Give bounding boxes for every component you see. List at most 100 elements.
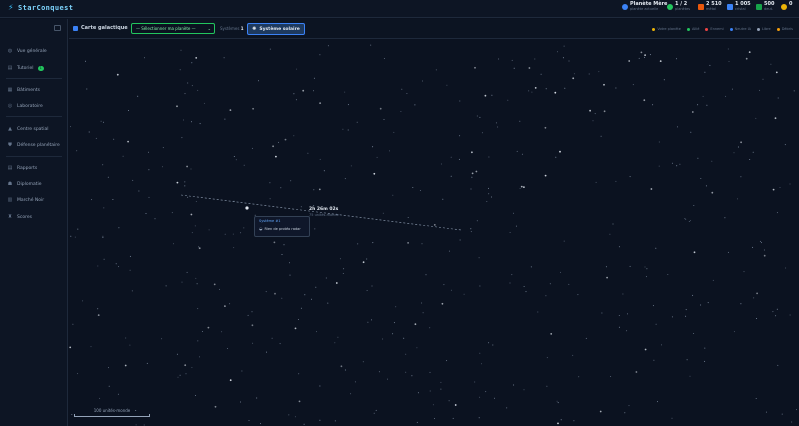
sidebar-item-label: Bâtiments (17, 87, 40, 93)
building-icon: ▦ (7, 87, 13, 93)
sidebar-item-scores[interactable]: ♜ Scores (7, 213, 32, 221)
sidebar-item-diplomacy[interactable]: ☗ Diplomatie (7, 180, 42, 188)
sidebar-item-defense[interactable]: ⛊ Défense planétaire (7, 141, 60, 149)
galaxy-map[interactable]: 2h 26m 02s 75 unités-monde Système #1 ◒ … (69, 40, 799, 426)
system-tooltip: Système #1 ◒ Rien de protéo radar (254, 216, 310, 237)
crystal-label: cristal (735, 7, 746, 11)
brand-logo[interactable]: ⚡ StarConquest (8, 3, 73, 12)
planet-icon (622, 4, 628, 10)
sidebar-item-buildings[interactable]: ▦ Bâtiments (7, 86, 40, 94)
globe-icon (667, 4, 673, 10)
legend-label: Libre (762, 27, 771, 31)
resource-metal: 2 510 métal (698, 2, 722, 12)
origin-system-marker[interactable] (245, 206, 249, 210)
scale-label: 100 unités-monde (93, 408, 131, 413)
trophy-icon: ♜ (7, 214, 13, 220)
chevron-down-icon: ⌄ (207, 26, 211, 31)
sidebar-item-space-center[interactable]: ▲ Centre spatial (7, 125, 48, 133)
legend-label: Ennemi (710, 27, 724, 31)
sidebar-item-laboratory[interactable]: ◎ Laboratoire (7, 102, 43, 110)
legend-item: Libre (757, 27, 771, 31)
route-time: 2h 26m 02s (309, 207, 339, 212)
systems-count: Systèmes 1 (220, 26, 244, 31)
sidebar-item-label: Vue générale (17, 48, 47, 54)
planet-select-value: — Sélectionner ma planète — (136, 26, 196, 31)
legend-item: Allié (686, 27, 700, 31)
radar-icon: ◒ (259, 226, 263, 231)
sidebar-item-reports[interactable]: ▤ Rapports (7, 164, 38, 172)
sidebar: ◍ Vue générale ▤ Tutoriel 1 ▦ Bâtiments … (0, 19, 68, 426)
legend-item: Ennemi (705, 27, 724, 31)
solar-system-button-label: Système solaire (259, 26, 300, 32)
resource-energy: 0 (781, 2, 792, 10)
legend-dot (729, 27, 733, 31)
planets-label: planètes (675, 7, 691, 11)
legend-label: Allié (691, 27, 700, 31)
map-icon (73, 25, 78, 31)
report-icon: ▤ (7, 165, 13, 171)
systems-label: Systèmes (220, 26, 240, 31)
sidebar-item-label: Marché Noir (17, 197, 45, 203)
rocket-icon: ▲ (8, 126, 12, 132)
route-info: 2h 26m 02s 75 unités-monde (309, 207, 339, 217)
map-header: Carte galactique — Sélectionner ma planè… (69, 19, 799, 39)
resource-planets: 1 / 2 planètes (667, 2, 690, 12)
app-name: StarConquest (18, 3, 74, 12)
legend-dot (705, 27, 709, 31)
deuterium-label: deut. (764, 7, 774, 11)
sidebar-item-label: Rapports (17, 165, 38, 171)
people-icon: ☗ (7, 181, 13, 187)
map-legend: Votre planète Allié Ennemi Neutre IA Lib… (652, 27, 793, 31)
metal-label: métal (706, 7, 717, 11)
market-icon: ▥ (7, 197, 13, 203)
legend-label: Débris (781, 27, 793, 31)
legend-item: Votre planète (652, 27, 681, 31)
sun-icon: ✺ (252, 26, 257, 32)
solar-system-button[interactable]: ✺ Système solaire (247, 23, 305, 35)
legend-dot (776, 27, 780, 31)
sidebar-item-label: Tutoriel (17, 65, 34, 71)
shield-icon: ⛊ (8, 142, 12, 148)
tutorial-badge: 1 (37, 65, 44, 71)
legend-label: Neutre IA (734, 27, 752, 31)
scale-bar: 100 unités-monde (74, 408, 150, 417)
sidebar-collapse-button[interactable] (54, 25, 61, 31)
top-bar: ⚡ StarConquest Planète Mère planète actu… (0, 0, 799, 18)
route-distance: 75 unités-monde (309, 213, 339, 217)
book-icon: ▤ (7, 65, 13, 71)
energy-icon (781, 4, 787, 10)
current-planet-label: planète actuelle (630, 7, 659, 11)
sidebar-item-overview[interactable]: ◍ Vue générale (7, 47, 47, 55)
metal-icon (698, 4, 704, 10)
energy-value: 0 (789, 1, 793, 7)
map-title-text: Carte galactique (81, 25, 128, 31)
resource-crystal: 1 005 cristal (727, 2, 751, 12)
resource-current-planet[interactable]: Planète Mère planète actuelle (622, 2, 667, 12)
legend-item: Débris (776, 27, 793, 31)
deuterium-icon (756, 4, 762, 10)
sidebar-item-label: Défense planétaire (17, 142, 60, 148)
sidebar-item-black-market[interactable]: ▥ Marché Noir (7, 196, 45, 204)
sidebar-item-label: Centre spatial (17, 126, 49, 132)
sidebar-item-label: Laboratoire (17, 103, 43, 109)
legend-dot (652, 27, 656, 31)
tooltip-content: Rien de protéo radar (264, 226, 301, 231)
sidebar-item-tutorial[interactable]: ▤ Tutoriel 1 (7, 64, 44, 72)
planet-select[interactable]: — Sélectionner ma planète — ⌄ (131, 23, 215, 34)
legend-dot (686, 27, 690, 31)
crystal-icon (727, 4, 733, 10)
route-overlay (180, 194, 462, 231)
systems-count-value: 1 (240, 26, 244, 31)
globe-icon: ◍ (7, 48, 13, 54)
sidebar-item-label: Scores (17, 214, 32, 220)
resource-deuterium: 500 deut. (756, 2, 774, 12)
flask-icon: ◎ (7, 103, 13, 109)
scale-line (74, 414, 150, 417)
tooltip-system-name: Système #1 (259, 219, 281, 223)
lightning-icon: ⚡ (8, 3, 14, 12)
legend-dot (757, 27, 761, 31)
legend-item: Neutre IA (729, 27, 752, 31)
map-title: Carte galactique (73, 25, 128, 31)
legend-label: Votre planète (657, 27, 681, 31)
divider (6, 78, 62, 79)
